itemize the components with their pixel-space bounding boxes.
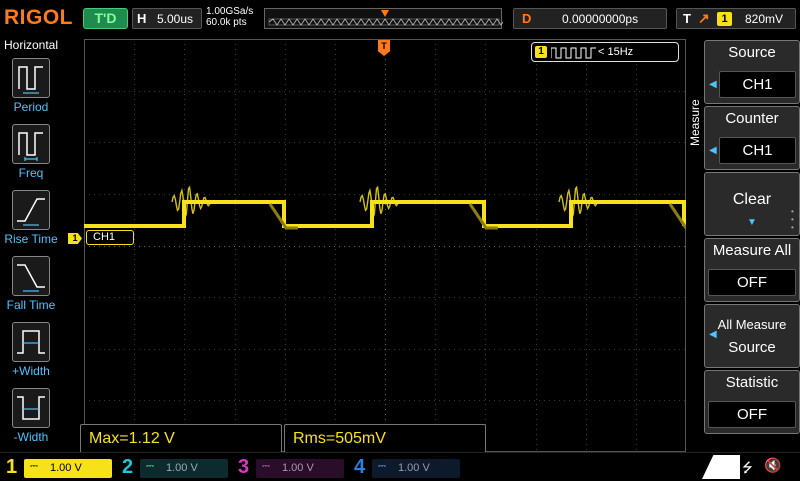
memory-overview-strip[interactable] xyxy=(264,8,503,29)
left-arrow-icon: ◀ xyxy=(709,145,717,156)
fall-time-label: Fall Time xyxy=(6,298,56,312)
horizontal-label: H xyxy=(137,11,147,26)
delay-value: 0.00000000ps xyxy=(562,12,639,26)
delay-box[interactable]: D 0.00000000ps xyxy=(513,8,667,29)
positive-width-icon xyxy=(12,322,50,362)
trigger-label: T xyxy=(683,11,691,26)
statistic-value: OFF xyxy=(708,401,796,428)
trigger-level: 820mV xyxy=(745,12,784,26)
negative-width-icon xyxy=(12,388,50,428)
measure-fall-time-button[interactable]: Fall Time xyxy=(0,256,62,322)
sample-rate-info: 1.00GSa/s 60.0k pts xyxy=(206,6,253,28)
counter-value: < 15Hz xyxy=(598,46,634,58)
period-label: Period xyxy=(13,100,49,114)
measure-all-menu-button[interactable]: Measure All OFF xyxy=(704,238,800,302)
measure-all-title: Measure All xyxy=(712,242,792,259)
source-value: CH1 xyxy=(719,71,796,98)
negative-width-label: -Width xyxy=(13,430,49,444)
memory-waveform-preview xyxy=(268,10,503,26)
measure-period-button[interactable]: Period xyxy=(0,58,62,124)
all-measure-source-button[interactable]: ◀ All Measure Source xyxy=(704,304,800,368)
timebase-value: 5.00us xyxy=(157,12,194,26)
statistic-title: Statistic xyxy=(725,374,779,391)
trigger-source-badge: 1 xyxy=(717,12,732,26)
fall-time-icon xyxy=(12,256,50,296)
dc-coupling-icon: ⎓ xyxy=(30,461,38,472)
frequency-icon xyxy=(12,124,50,164)
measure-rise-time-button[interactable]: Rise Time xyxy=(0,190,62,256)
channel-4-number: 4 xyxy=(354,456,366,478)
source-title: Source xyxy=(728,44,776,61)
counter-title: Counter xyxy=(725,110,779,127)
right-menu-title: Measure xyxy=(688,99,702,146)
rise-time-icon xyxy=(12,190,50,230)
counter-menu-button[interactable]: Counter ◀ CH1 xyxy=(704,106,800,170)
down-arrow-icon: ▼ xyxy=(747,217,757,228)
run-status-badge[interactable]: T'D xyxy=(83,8,128,29)
measurement-rms[interactable]: Rms=505mV xyxy=(284,424,486,453)
channel-1-slot[interactable]: 1 ⎓ 1.00 V xyxy=(0,456,114,480)
channel-2-scale: 1.00 V xyxy=(166,462,198,474)
delay-label: D xyxy=(522,11,532,26)
top-status-bar: RIGOL T'D H 5.00us 1.00GSa/s 60.0k pts D… xyxy=(0,0,800,38)
channel-2-slot[interactable]: 2 ⎓ 1.00 V xyxy=(116,456,230,480)
channel-4-slot[interactable]: 4 ⎓ 1.00 V xyxy=(348,456,462,480)
waveform-display[interactable] xyxy=(84,39,686,452)
channel-4-scale: 1.00 V xyxy=(398,462,430,474)
usb-icon: ⭍ xyxy=(742,460,753,475)
left-arrow-icon: ◀ xyxy=(709,79,717,90)
horizontal-timebase-box[interactable]: H 5.00us xyxy=(132,8,202,29)
rise-time-label: Rise Time xyxy=(4,232,58,246)
measure-freq-button[interactable]: Freq xyxy=(0,124,62,190)
left-panel-title: Horizontal xyxy=(4,38,59,52)
ch1-trace xyxy=(84,200,686,228)
sample-rate: 1.00GSa/s xyxy=(206,6,254,17)
channel-1-number: 1 xyxy=(6,456,18,478)
ch1-offset-marker[interactable]: 1 xyxy=(68,233,82,244)
channel-3-box: ⎓ 1.00 V xyxy=(256,459,344,478)
dc-coupling-icon: ⎓ xyxy=(262,461,270,472)
clear-menu-button[interactable]: Clear ▼ xyxy=(704,172,800,236)
channel-2-box: ⎓ 1.00 V xyxy=(140,459,228,478)
memory-depth: 60.0k pts xyxy=(206,17,247,28)
positive-width-label: +Width xyxy=(12,364,50,378)
speaker-muted-icon[interactable]: 🔇 xyxy=(764,457,781,474)
ch1-label-tag: CH1 xyxy=(86,230,134,245)
all-measure-source-value: Source xyxy=(728,339,776,356)
source-menu-button[interactable]: Source ◀ CH1 xyxy=(704,40,800,104)
left-measure-panel: Horizontal Period Freq Rise Time Fall Ti… xyxy=(0,38,62,452)
measurement-max[interactable]: Max=1.12 V xyxy=(80,424,282,453)
graticule xyxy=(84,39,686,452)
statistic-menu-button[interactable]: Statistic OFF xyxy=(704,370,800,434)
measure-negative-width-button[interactable]: -Width xyxy=(0,388,62,454)
counter-value-field: CH1 xyxy=(719,137,796,164)
freq-label: Freq xyxy=(18,166,44,180)
scroll-dots-icon: • • • xyxy=(791,207,794,232)
channel-1-scale: 1.00 V xyxy=(50,462,82,474)
right-measure-menu: Measure Source ◀ CH1 Counter ◀ CH1 Clear… xyxy=(686,38,800,452)
dc-coupling-icon: ⎓ xyxy=(378,461,386,472)
clear-title: Clear xyxy=(732,191,772,208)
brand-logo: RIGOL xyxy=(4,6,73,29)
all-measure-title: All Measure xyxy=(717,317,787,332)
dc-coupling-icon: ⎓ xyxy=(146,461,154,472)
ch1-waveform xyxy=(84,185,686,230)
channel-3-slot[interactable]: 3 ⎓ 1.00 V xyxy=(232,456,346,480)
counter-channel-badge: 1 xyxy=(535,46,547,58)
measure-positive-width-button[interactable]: +Width xyxy=(0,322,62,388)
measure-all-value: OFF xyxy=(708,269,796,296)
period-icon xyxy=(12,58,50,98)
channel-1-box: ⎓ 1.00 V xyxy=(24,459,112,478)
rising-edge-icon: ↗ xyxy=(698,10,710,26)
channel-3-number: 3 xyxy=(238,456,250,478)
channel-2-number: 2 xyxy=(122,456,134,478)
channel-3-scale: 1.00 V xyxy=(282,462,314,474)
trigger-box[interactable]: T ↗ 1 820mV xyxy=(676,8,796,29)
square-wave-icon xyxy=(551,47,596,59)
channel-4-box: ⎓ 1.00 V xyxy=(372,459,460,478)
channel-bar: 1 ⎓ 1.00 V 2 ⎓ 1.00 V 3 ⎓ 1.00 V 4 ⎓ 1.0… xyxy=(0,452,800,480)
frequency-counter: 1 < 15Hz xyxy=(531,42,679,62)
